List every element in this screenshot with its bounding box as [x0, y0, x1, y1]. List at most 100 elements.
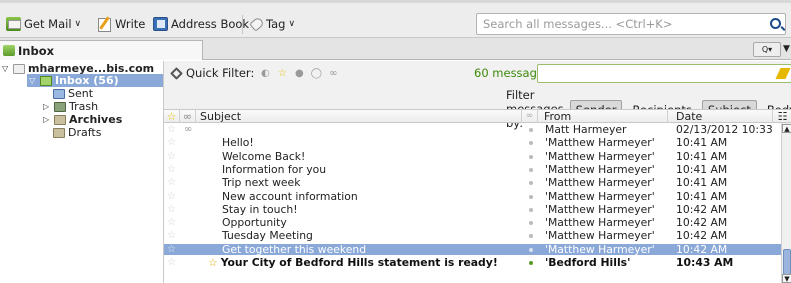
attachment-column-icon[interactable]: ∞ [180, 110, 196, 123]
star-icon[interactable]: ☆ [167, 230, 176, 242]
read-status-icon[interactable] [529, 204, 533, 216]
folder-sent[interactable]: Sent [53, 87, 93, 100]
main-toolbar: Get Mail ∨ Write Address Book Tag ∨ Sear… [0, 0, 791, 38]
from-column-header[interactable]: From [538, 110, 668, 123]
message-row[interactable]: ☆ Opportunity 'Matthew Harmeyer' 10:42 AM [164, 217, 782, 229]
read-status-icon[interactable] [529, 230, 533, 242]
message-row[interactable]: ☆ Stay in touch! 'Matthew Harmeyer' 10:42 A… [164, 204, 782, 216]
address-book-icon [153, 17, 168, 31]
read-status-icon[interactable] [529, 124, 533, 136]
attachment-filter-icon[interactable]: ∞ [327, 68, 339, 79]
message-row[interactable]: ☆ Trip next week 'Matthew Harmeyer' 10:41 A… [164, 177, 782, 189]
message-subject: New account information [222, 191, 522, 203]
scroll-down-icon[interactable]: ▼ [782, 274, 791, 283]
thread-tree-header: ☆ ∞ Subject ∞ From Date ☷ [164, 109, 791, 123]
folder-drafts[interactable]: Drafts [53, 126, 101, 139]
star-column-icon[interactable]: ☆ [164, 110, 180, 123]
message-row[interactable]: ☆ Get together this weekend 'Matthew Harme… [164, 243, 782, 256]
folder-inbox[interactable]: ▽ Inbox (56) [27, 74, 163, 87]
read-status-icon[interactable] [529, 137, 533, 149]
folder-trash-label: Trash [69, 100, 99, 113]
tag-button[interactable]: Tag ∨ [249, 16, 295, 32]
message-subject: Get together this weekend [222, 244, 522, 256]
expand-twisty-icon[interactable]: ▽ [29, 76, 37, 85]
expand-twisty-icon[interactable]: ▽ [2, 64, 10, 73]
scroll-thumb[interactable] [783, 249, 791, 275]
chevron-down-icon[interactable]: ∨ [75, 19, 82, 29]
tag-icon [249, 16, 265, 32]
qfb-toggle-button[interactable]: Q▾ [753, 42, 781, 57]
folder-sent-label: Sent [68, 87, 94, 100]
scroll-up-icon[interactable]: ▲ [782, 124, 791, 133]
get-mail-button[interactable]: Get Mail ∨ [6, 16, 81, 32]
message-row[interactable]: ☆ Information for you 'Matthew Harmeyer' 10… [164, 164, 782, 176]
read-status-icon[interactable] [529, 191, 533, 203]
folder-trash[interactable]: ▷ Trash [43, 100, 98, 113]
quick-filter-input[interactable] [537, 64, 791, 83]
search-input[interactable]: Search all messages... <Ctrl+K> [476, 13, 786, 35]
message-row[interactable]: ☆ Welcome Back! 'Matthew Harmeyer' 10:41 AM [164, 151, 782, 163]
message-from: 'Matthew Harmeyer' [545, 217, 655, 229]
scrollbar[interactable]: ▲ ▼ [781, 123, 791, 283]
search-placeholder: Search all messages... <Ctrl+K> [483, 17, 673, 31]
star-icon[interactable]: ☆ [167, 204, 176, 216]
star-icon[interactable]: ☆ [167, 191, 176, 203]
star-icon[interactable]: ☆ [167, 137, 176, 149]
message-date: 10:42 AM [676, 217, 728, 229]
star-icon[interactable]: ☆ [167, 151, 176, 163]
contact-filter-icon[interactable]: ● [293, 68, 305, 79]
read-status-icon[interactable] [529, 217, 533, 229]
address-book-button[interactable]: Address Book [153, 16, 249, 32]
star-icon[interactable]: ☆ [167, 257, 176, 269]
tab-list-chevron-icon[interactable]: ▼ [783, 44, 790, 54]
message-row[interactable]: ☆ Tuesday Meeting 'Matthew Harmeyer' 10:42 … [164, 230, 782, 242]
tag-filter-icon[interactable]: ◯ [310, 68, 322, 79]
message-subject: Welcome Back! [222, 151, 522, 163]
star-icon[interactable]: ☆ [167, 217, 176, 229]
inbox-icon [40, 75, 52, 86]
date-column-header[interactable]: Date [668, 110, 773, 123]
thread-column-icon[interactable]: ∞ [522, 110, 538, 123]
folder-archives-label: Archives [69, 113, 123, 126]
collapse-twisty-icon[interactable]: ▷ [43, 102, 51, 111]
attachment-icon: ∞ [184, 124, 193, 135]
unread-filter-icon[interactable]: ◐ [259, 68, 271, 79]
subject-column-header[interactable]: Subject [196, 110, 522, 123]
message-date: 10:41 AM [676, 177, 728, 189]
message-row[interactable]: ☆ Hello! 'Matthew Harmeyer' 10:41 AM [164, 137, 782, 149]
pin-icon[interactable] [170, 66, 183, 80]
message-subject: ☆ Your City of Bedford Hills statement is… [208, 257, 508, 269]
collapse-twisty-icon[interactable]: ▷ [43, 115, 51, 124]
folder-archives[interactable]: ▷ Archives [43, 113, 122, 126]
read-status-icon[interactable] [529, 151, 533, 163]
tag-label: Tag [266, 17, 286, 31]
read-status-icon[interactable] [529, 177, 533, 189]
message-subject: Opportunity [222, 217, 522, 229]
starred-filter-icon[interactable]: ☆ [276, 68, 288, 79]
star-icon[interactable]: ☆ [167, 177, 176, 189]
column-picker-icon[interactable]: ☷ [773, 110, 791, 123]
write-button[interactable]: Write [97, 16, 145, 32]
star-icon[interactable]: ☆ [167, 124, 176, 136]
message-date: 02/13/2012 10:33 AM [676, 124, 776, 136]
message-row[interactable]: ☆ New account information 'Matthew Harmeye… [164, 191, 782, 203]
subject-text: Stay in touch! [222, 203, 298, 216]
search-icon[interactable] [770, 18, 781, 29]
read-status-icon[interactable] [529, 244, 533, 256]
quick-filter-label: Quick Filter: [186, 66, 255, 80]
folder-icon [54, 114, 66, 125]
star-icon[interactable]: ☆ [167, 244, 176, 256]
read-status-icon[interactable] [529, 257, 533, 269]
read-status-icon[interactable] [529, 164, 533, 176]
star-icon[interactable]: ☆ [167, 164, 176, 176]
message-from: 'Matthew Harmeyer' [545, 150, 655, 163]
tab-inbox[interactable]: Inbox [0, 40, 203, 60]
message-row[interactable]: ☆ ☆ Your City of Bedford Hills statement i… [164, 257, 782, 269]
write-icon [97, 17, 112, 32]
message-date: 10:42 AM [676, 203, 728, 216]
clear-filter-icon[interactable] [775, 68, 791, 79]
quick-filter-bar: Quick Filter: ◐ ☆ ● ◯ ∞ 60 messages Filt… [164, 61, 791, 130]
message-list: ☆ ∞ Matt Harmeyer 02/13/2012 10:33 AM ☆ Hello… [164, 123, 782, 283]
message-row[interactable]: ☆ ∞ Matt Harmeyer 02/13/2012 10:33 AM [164, 124, 782, 136]
folder-drafts-label: Drafts [68, 126, 102, 139]
